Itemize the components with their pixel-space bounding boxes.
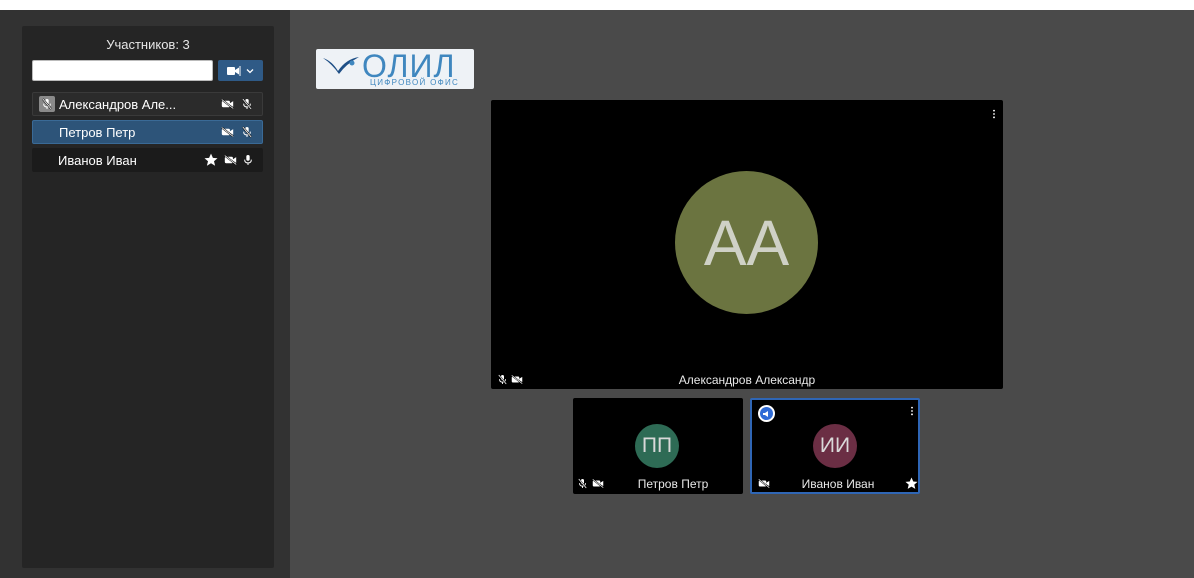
thumbnail-name: Петров Петр <box>637 477 709 491</box>
company-logo: ОЛИЛ ЦИФРОВОЙ ОФИС <box>316 49 474 89</box>
logo-wave-icon <box>323 57 359 74</box>
left-rail: Участников: 3 Александров Але... Петров … <box>0 10 290 578</box>
conference-app: Участников: 3 Александров Але... Петров … <box>0 10 1194 578</box>
participant-row-ivanov[interactable]: Иванов Иван <box>32 148 263 172</box>
participant-name: Александров Але... <box>59 96 177 112</box>
chevron-down-icon <box>246 68 254 74</box>
star-icon <box>905 477 918 490</box>
tile-menu-icon[interactable] <box>989 108 999 120</box>
participant-search-input[interactable] <box>32 60 213 81</box>
star-icon <box>204 153 218 167</box>
camera-off-icon <box>224 155 237 165</box>
muted-badge-icon <box>39 96 55 112</box>
camera-filter-icon <box>227 65 241 76</box>
mic-off-icon <box>242 126 252 138</box>
thumbnail-name: Иванов Иван <box>801 477 875 491</box>
participant-name: Петров Петр <box>59 124 136 140</box>
tile-menu-icon[interactable] <box>907 405 917 417</box>
camera-filter-button[interactable] <box>218 60 263 81</box>
mic-on-icon <box>243 154 253 166</box>
participants-count: Участников: 3 <box>106 37 190 52</box>
participant-row-aleksandrov[interactable]: Александров Але... <box>32 92 263 116</box>
thumbnail-avatar: ИИ <box>813 424 857 468</box>
speaking-indicator-icon <box>758 405 775 422</box>
main-avatar: АА <box>675 171 818 314</box>
participants-panel: Участников: 3 Александров Але... Петров … <box>22 26 274 568</box>
thumbnail-petrov[interactable]: ПП Петров Петр <box>573 398 743 494</box>
thumbnail-ivanov[interactable]: ИИ Иванов Иван <box>750 398 920 494</box>
thumbnail-avatar: ПП <box>635 424 679 468</box>
mic-off-icon <box>242 98 252 110</box>
camera-off-icon <box>221 127 234 137</box>
participant-row-petrov[interactable]: Петров Петр <box>32 120 263 144</box>
camera-off-icon <box>221 99 234 109</box>
main-video-tile[interactable]: АА Александров Александр <box>491 100 1003 389</box>
logo-subtitle: ЦИФРОВОЙ ОФИС <box>370 78 460 87</box>
main-participant-name: Александров Александр <box>678 373 816 387</box>
participant-name: Иванов Иван <box>58 152 137 168</box>
